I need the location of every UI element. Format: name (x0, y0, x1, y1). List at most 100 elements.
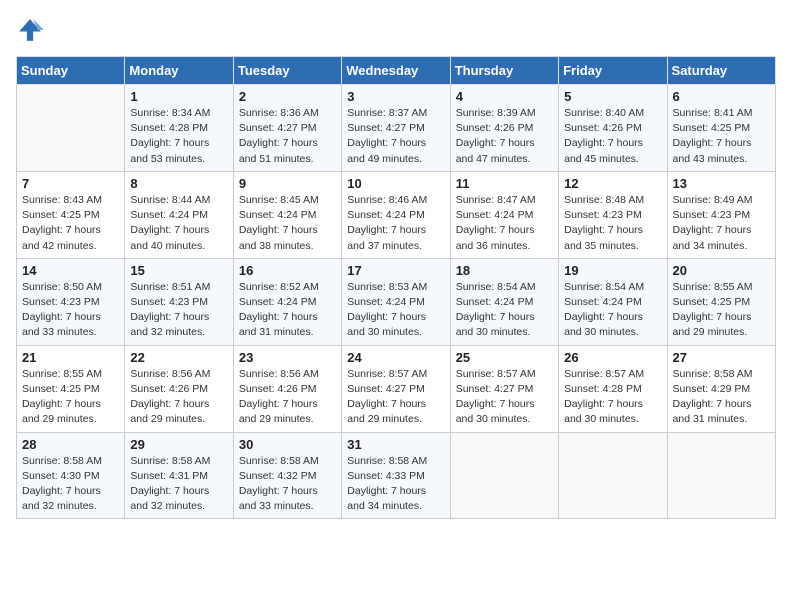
day-number: 7 (22, 176, 119, 191)
day-number: 17 (347, 263, 444, 278)
day-number: 29 (130, 437, 227, 452)
day-number: 14 (22, 263, 119, 278)
calendar-cell: 29Sunrise: 8:58 AMSunset: 4:31 PMDayligh… (125, 432, 233, 519)
day-info: Sunrise: 8:56 AMSunset: 4:26 PMDaylight:… (239, 367, 336, 428)
calendar-week-row: 7 Sunrise: 8:43 AMSunset: 4:25 PMDaylight… (17, 171, 776, 258)
calendar-cell: 19Sunrise: 8:54 AMSunset: 4:24 PMDayligh… (559, 258, 667, 345)
page-header (16, 16, 776, 44)
day-number: 21 (22, 350, 119, 365)
weekday-header-cell: Tuesday (233, 57, 341, 85)
day-number: 9 (239, 176, 336, 191)
calendar-cell: 23 Sunrise: 8:56 AMSunset: 4:26 PMDayligh… (233, 345, 341, 432)
calendar-cell: 13 Sunrise: 8:49 AMSunset: 4:23 PMDayligh… (667, 171, 775, 258)
calendar-table: SundayMondayTuesdayWednesdayThursdayFrid… (16, 56, 776, 519)
weekday-header-cell: Thursday (450, 57, 558, 85)
day-number: 18 (456, 263, 553, 278)
calendar-cell (559, 432, 667, 519)
day-number: 2 (239, 89, 336, 104)
day-info: Sunrise: 8:40 AMSunset: 4:26 PMDaylight:… (564, 106, 661, 167)
day-number: 24 (347, 350, 444, 365)
day-info: Sunrise: 8:58 AMSunset: 4:29 PMDaylight:… (673, 367, 770, 428)
calendar-cell: 21 Sunrise: 8:55 AMSunset: 4:25 PMDayligh… (17, 345, 125, 432)
day-number: 13 (673, 176, 770, 191)
day-info: Sunrise: 8:51 AMSunset: 4:23 PMDaylight:… (130, 280, 227, 341)
calendar-cell (17, 85, 125, 172)
day-number: 27 (673, 350, 770, 365)
day-number: 20 (673, 263, 770, 278)
day-number: 8 (130, 176, 227, 191)
day-info: Sunrise: 8:36 AMSunset: 4:27 PMDaylight:… (239, 106, 336, 167)
calendar-cell: 14 Sunrise: 8:50 AMSunset: 4:23 PMDayligh… (17, 258, 125, 345)
calendar-cell: 31 Sunrise: 8:58 AMSunset: 4:33 PMDayligh… (342, 432, 450, 519)
day-info: Sunrise: 8:57 AMSunset: 4:28 PMDaylight:… (564, 367, 661, 428)
calendar-cell: 2 Sunrise: 8:36 AMSunset: 4:27 PMDaylight… (233, 85, 341, 172)
weekday-header-cell: Monday (125, 57, 233, 85)
day-number: 31 (347, 437, 444, 452)
day-number: 5 (564, 89, 661, 104)
calendar-cell: 9 Sunrise: 8:45 AMSunset: 4:24 PMDaylight… (233, 171, 341, 258)
day-number: 30 (239, 437, 336, 452)
calendar-cell: 6Sunrise: 8:41 AMSunset: 4:25 PMDaylight… (667, 85, 775, 172)
calendar-cell: 17Sunrise: 8:53 AMSunset: 4:24 PMDayligh… (342, 258, 450, 345)
calendar-cell: 16 Sunrise: 8:52 AMSunset: 4:24 PMDayligh… (233, 258, 341, 345)
calendar-cell: 20Sunrise: 8:55 AMSunset: 4:25 PMDayligh… (667, 258, 775, 345)
day-info: Sunrise: 8:58 AMSunset: 4:33 PMDaylight:… (347, 454, 444, 515)
day-info: Sunrise: 8:48 AMSunset: 4:23 PMDaylight:… (564, 193, 661, 254)
calendar-cell: 25 Sunrise: 8:57 AMSunset: 4:27 PMDayligh… (450, 345, 558, 432)
day-number: 11 (456, 176, 553, 191)
calendar-cell: 18Sunrise: 8:54 AMSunset: 4:24 PMDayligh… (450, 258, 558, 345)
day-info: Sunrise: 8:45 AMSunset: 4:24 PMDaylight:… (239, 193, 336, 254)
calendar-cell: 30 Sunrise: 8:58 AMSunset: 4:32 PMDayligh… (233, 432, 341, 519)
calendar-cell: 22Sunrise: 8:56 AMSunset: 4:26 PMDayligh… (125, 345, 233, 432)
calendar-week-row: 28Sunrise: 8:58 AMSunset: 4:30 PMDayligh… (17, 432, 776, 519)
day-number: 16 (239, 263, 336, 278)
day-info: Sunrise: 8:43 AMSunset: 4:25 PMDaylight:… (22, 193, 119, 254)
calendar-cell: 7 Sunrise: 8:43 AMSunset: 4:25 PMDaylight… (17, 171, 125, 258)
calendar-cell: 26 Sunrise: 8:57 AMSunset: 4:28 PMDayligh… (559, 345, 667, 432)
calendar-cell: 4 Sunrise: 8:39 AMSunset: 4:26 PMDaylight… (450, 85, 558, 172)
day-number: 10 (347, 176, 444, 191)
calendar-cell (450, 432, 558, 519)
day-number: 15 (130, 263, 227, 278)
day-number: 25 (456, 350, 553, 365)
day-number: 23 (239, 350, 336, 365)
day-info: Sunrise: 8:34 AMSunset: 4:28 PMDaylight:… (130, 106, 227, 167)
day-info: Sunrise: 8:41 AMSunset: 4:25 PMDaylight:… (673, 106, 770, 167)
day-info: Sunrise: 8:57 AMSunset: 4:27 PMDaylight:… (347, 367, 444, 428)
weekday-header-cell: Friday (559, 57, 667, 85)
calendar-cell: 5 Sunrise: 8:40 AMSunset: 4:26 PMDaylight… (559, 85, 667, 172)
weekday-header-cell: Sunday (17, 57, 125, 85)
day-number: 4 (456, 89, 553, 104)
calendar-week-row: 14 Sunrise: 8:50 AMSunset: 4:23 PMDayligh… (17, 258, 776, 345)
day-info: Sunrise: 8:58 AMSunset: 4:32 PMDaylight:… (239, 454, 336, 515)
day-number: 1 (130, 89, 227, 104)
day-info: Sunrise: 8:37 AMSunset: 4:27 PMDaylight:… (347, 106, 444, 167)
calendar-cell: 1 Sunrise: 8:34 AMSunset: 4:28 PMDaylight… (125, 85, 233, 172)
day-info: Sunrise: 8:55 AMSunset: 4:25 PMDaylight:… (22, 367, 119, 428)
calendar-cell: 8 Sunrise: 8:44 AMSunset: 4:24 PMDaylight… (125, 171, 233, 258)
calendar-cell: 11 Sunrise: 8:47 AMSunset: 4:24 PMDayligh… (450, 171, 558, 258)
day-info: Sunrise: 8:39 AMSunset: 4:26 PMDaylight:… (456, 106, 553, 167)
weekday-header-row: SundayMondayTuesdayWednesdayThursdayFrid… (17, 57, 776, 85)
day-info: Sunrise: 8:52 AMSunset: 4:24 PMDaylight:… (239, 280, 336, 341)
day-number: 22 (130, 350, 227, 365)
calendar-cell: 10 Sunrise: 8:46 AMSunset: 4:24 PMDayligh… (342, 171, 450, 258)
day-info: Sunrise: 8:47 AMSunset: 4:24 PMDaylight:… (456, 193, 553, 254)
weekday-header-cell: Saturday (667, 57, 775, 85)
day-info: Sunrise: 8:57 AMSunset: 4:27 PMDaylight:… (456, 367, 553, 428)
day-info: Sunrise: 8:46 AMSunset: 4:24 PMDaylight:… (347, 193, 444, 254)
calendar-week-row: 21 Sunrise: 8:55 AMSunset: 4:25 PMDayligh… (17, 345, 776, 432)
calendar-week-row: 1 Sunrise: 8:34 AMSunset: 4:28 PMDaylight… (17, 85, 776, 172)
day-number: 26 (564, 350, 661, 365)
calendar-cell: 15 Sunrise: 8:51 AMSunset: 4:23 PMDayligh… (125, 258, 233, 345)
calendar-cell: 3 Sunrise: 8:37 AMSunset: 4:27 PMDaylight… (342, 85, 450, 172)
day-info: Sunrise: 8:50 AMSunset: 4:23 PMDaylight:… (22, 280, 119, 341)
calendar-cell: 12 Sunrise: 8:48 AMSunset: 4:23 PMDayligh… (559, 171, 667, 258)
day-number: 19 (564, 263, 661, 278)
day-info: Sunrise: 8:49 AMSunset: 4:23 PMDaylight:… (673, 193, 770, 254)
day-number: 12 (564, 176, 661, 191)
day-number: 3 (347, 89, 444, 104)
calendar-body: 1 Sunrise: 8:34 AMSunset: 4:28 PMDaylight… (17, 85, 776, 519)
day-info: Sunrise: 8:44 AMSunset: 4:24 PMDaylight:… (130, 193, 227, 254)
calendar-cell: 28Sunrise: 8:58 AMSunset: 4:30 PMDayligh… (17, 432, 125, 519)
